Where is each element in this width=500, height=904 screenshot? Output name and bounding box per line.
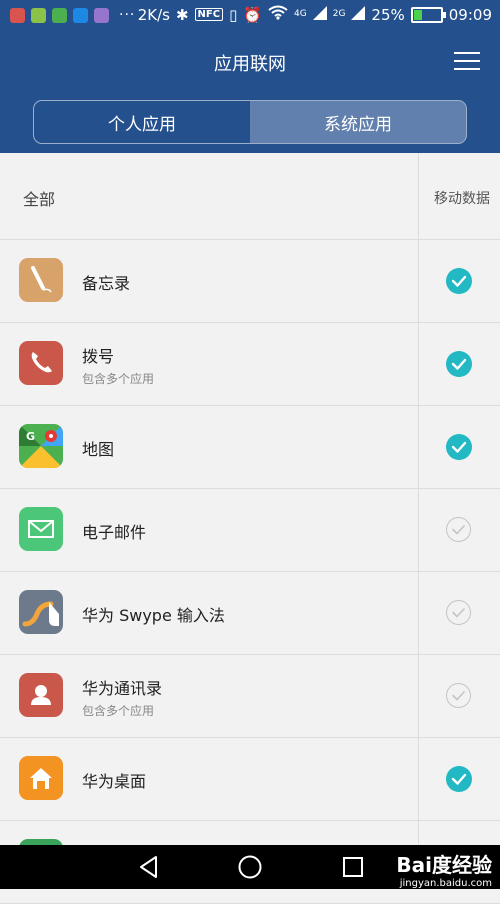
- signal-icon: [312, 5, 327, 24]
- app-row-memo[interactable]: 备忘录: [0, 240, 500, 323]
- mobile-data-checkbox-unchecked[interactable]: [446, 683, 471, 708]
- mobile-data-column-label: 移动数据: [434, 191, 490, 207]
- navigation-bar: Bai度经验 jingyan.baidu.com: [0, 845, 500, 889]
- app-row-dialer[interactable]: 拨号 包含多个应用: [0, 323, 500, 406]
- mobile-data-checkbox-unchecked[interactable]: [446, 600, 471, 625]
- nfc-icon: NFC: [194, 8, 224, 21]
- app-name: 华为 Swype 输入法: [82, 606, 225, 625]
- app-row-contacts[interactable]: 华为通讯录 包含多个应用: [0, 655, 500, 738]
- app-row-email[interactable]: 电子邮件: [0, 489, 500, 572]
- watermark-brand: Bai度经验: [396, 853, 492, 877]
- app-subtitle: 包含多个应用: [82, 372, 155, 386]
- more-notifications-icon: ···: [119, 7, 136, 23]
- bluetooth-icon: ✱: [175, 5, 189, 24]
- app-name: 电子邮件: [82, 523, 147, 542]
- app-row-launcher[interactable]: 华为桌面: [0, 738, 500, 821]
- notification-app-icon: [73, 7, 88, 23]
- vibrate-icon: ▯: [229, 5, 238, 24]
- app-name: 华为通讯录: [82, 679, 163, 698]
- clock: 09:09: [448, 5, 492, 24]
- back-icon[interactable]: [136, 854, 162, 880]
- email-app-icon: [19, 507, 63, 551]
- home-launcher-app-icon: [19, 756, 63, 800]
- signal-icon: [351, 5, 366, 24]
- battery-percent: 25%: [371, 5, 405, 24]
- maps-app-icon: G: [19, 424, 63, 468]
- notification-app-icon: [10, 7, 25, 23]
- home-icon[interactable]: [237, 854, 263, 880]
- app-name: 备忘录: [82, 274, 131, 293]
- notification-app-icon: [31, 7, 46, 23]
- mobile-data-checkbox-checked[interactable]: [446, 766, 472, 792]
- wifi-icon: [268, 5, 288, 24]
- contacts-app-icon: [19, 673, 63, 717]
- watermark-url: jingyan.baidu.com: [399, 878, 492, 889]
- swype-app-icon: [19, 590, 63, 634]
- mobile-data-checkbox-checked[interactable]: [446, 351, 472, 377]
- tab-personal-apps[interactable]: 个人应用: [34, 101, 250, 143]
- app-name: 拨号: [82, 347, 115, 366]
- status-bar: ··· 2K/s ✱ NFC ▯ ⏰ 4G 2G 25% 09:09: [0, 0, 500, 32]
- alarm-icon: ⏰: [243, 5, 263, 24]
- watermark: Bai度经验 jingyan.baidu.com: [396, 849, 492, 889]
- app-name: 地图: [82, 440, 115, 459]
- mobile-data-checkbox-checked[interactable]: [446, 268, 472, 294]
- battery-icon: [410, 6, 446, 23]
- app-row-swype[interactable]: 华为 Swype 输入法: [0, 572, 500, 655]
- tab-switcher: 个人应用 系统应用: [33, 100, 467, 144]
- svg-text:G: G: [26, 430, 35, 443]
- app-subtitle: 包含多个应用: [82, 704, 155, 718]
- all-label[interactable]: 全部: [23, 186, 55, 210]
- recent-apps-icon[interactable]: [340, 854, 366, 880]
- header: ··· 2K/s ✱ NFC ▯ ⏰ 4G 2G 25% 09:09 应用联网: [0, 0, 500, 153]
- network-2g-label: 2G: [332, 9, 346, 19]
- page-title: 应用联网: [214, 54, 286, 75]
- tab-system-apps[interactable]: 系统应用: [250, 101, 466, 143]
- app-row-maps[interactable]: G 地图: [0, 406, 500, 489]
- app-name: 华为桌面: [82, 772, 147, 791]
- mobile-data-checkbox-unchecked[interactable]: [446, 517, 471, 542]
- notification-app-icon: [94, 7, 109, 23]
- memo-app-icon: [19, 258, 63, 302]
- notification-camera-icon: [52, 7, 67, 23]
- mobile-data-checkbox-checked[interactable]: [446, 434, 472, 460]
- list-header: 全部 移动数据: [0, 153, 500, 240]
- network-4g-label: 4G: [294, 9, 307, 19]
- menu-icon[interactable]: [454, 50, 480, 72]
- app-list: 全部 移动数据 备忘录 拨号 包含多个应用 G 地图 电子邮件 华为 Swype…: [0, 153, 500, 904]
- network-speed: 2K/s: [137, 5, 170, 24]
- phone-app-icon: [19, 341, 63, 385]
